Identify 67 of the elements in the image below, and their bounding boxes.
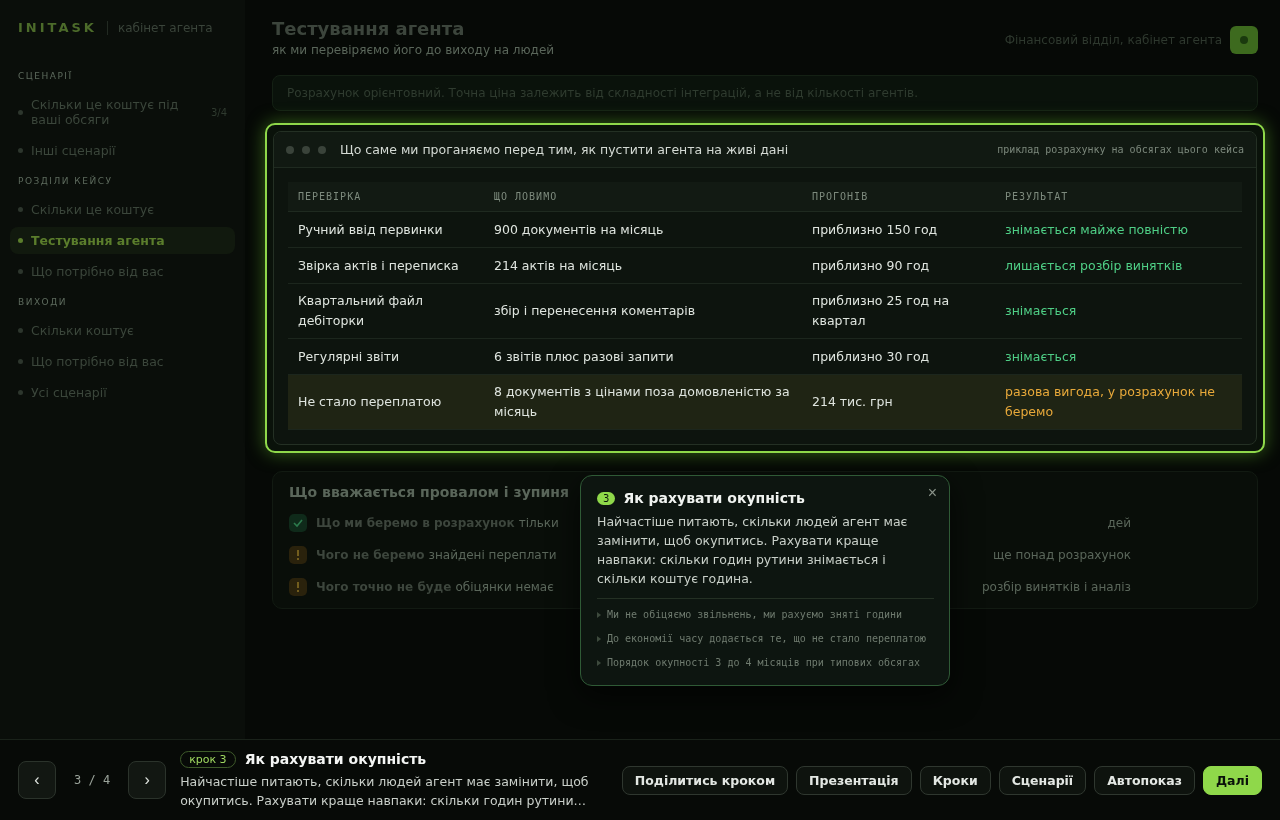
table-cell: 900 документів на місяць [484, 212, 802, 248]
step-number: 3 [597, 491, 616, 505]
row-label: Що ми беремо в розрахунок [316, 516, 515, 530]
table-cell: 214 актів на місяць [484, 248, 802, 284]
table-cell: разова вигода, у розрахунок не беремо [995, 375, 1242, 430]
step-counter: 3 / 4 [74, 773, 111, 787]
check-icon [293, 518, 303, 528]
table-cell: Ручний ввід первинки [288, 212, 484, 248]
section-title: СЦЕНАРІЇ [17, 71, 74, 81]
table-cell: приблизно 90 год [802, 248, 995, 284]
chevron-icon [597, 660, 601, 666]
column-header: ПРОГОНІВ [802, 182, 995, 212]
column-header: ЩО ЛОВИМО [484, 182, 802, 212]
section-title: ВИХОДИ [17, 297, 68, 307]
row-text: тільки [518, 516, 559, 530]
step-text: Найчастіше питають, скільки людей агент має замінити, щоб окупитись. Рахувати краще навпаки: скільки годин рутини… [180, 772, 590, 810]
tooltip-point: Порядок окупності 3 до 4 місяців при типових обсягах [607, 656, 921, 670]
window-dot [302, 145, 310, 154]
table-cell: знімається майже повністю [995, 212, 1242, 248]
row-text: обіцянки немає [455, 580, 554, 594]
tooltip-title: Як рахувати окупність [623, 490, 805, 506]
toolbar-button[interactable]: Автопоказ [1094, 765, 1195, 795]
page-subtitle: як ми перевіряємо його до виходу на людей [272, 43, 555, 57]
next-button[interactable]: › [128, 761, 167, 799]
toolbar-button[interactable]: Презентація [796, 765, 912, 795]
table-cell: Квартальний файл дебіторки [288, 284, 484, 339]
row-text: ще понад розрахунок [993, 548, 1131, 562]
table-cell: Не стало переплатою [288, 375, 484, 430]
column-header: ПЕРЕВІРКА [288, 182, 484, 212]
row-text: розбір винятків і аналіз [982, 580, 1131, 594]
window-dot [286, 145, 294, 154]
toolbar-button[interactable]: Сценарії [998, 765, 1087, 795]
card-title: Що саме ми проганяємо перед тим, як пустити агента на живі дані [340, 142, 789, 157]
avatar[interactable] [1230, 26, 1258, 54]
row-label: Чого не беремо [316, 548, 425, 562]
logo: INITASK [18, 20, 97, 35]
row-text: знайдені переплати [428, 548, 557, 562]
row-label: Чого точно не буде [316, 580, 452, 594]
table-cell: приблизно 150 год [802, 212, 995, 248]
section-title: РОЗДІЛИ КЕЙСУ [17, 176, 114, 186]
toolbar-button[interactable]: Кроки [919, 765, 991, 795]
table-cell: знімається [995, 284, 1242, 339]
toolbar-button[interactable]: Поділитись кроком [621, 765, 789, 795]
column-header: РЕЗУЛЬТАТ [995, 182, 1242, 212]
exclamation-icon [296, 550, 300, 560]
chevron-icon [597, 636, 601, 642]
row-text: дей [1107, 516, 1131, 530]
toolbar-button[interactable]: Далі [1203, 765, 1262, 795]
exclamation-icon [296, 582, 300, 592]
tooltip-text: Найчастіше питають, скільки людей агент має замінити, щоб окупитись. Рахувати краще навпаки: скільки годин рутини знімається і скільки коштує година. [597, 512, 934, 599]
step-title: Як рахувати окупність [244, 751, 427, 767]
prev-button[interactable]: ‹ [18, 761, 56, 799]
table-cell: приблизно 25 год на квартал [802, 284, 995, 339]
table-cell: лишається розбір винятків [995, 248, 1242, 284]
table-cell: збір і перенесення коментарів [484, 284, 802, 339]
panel-title: Що вважається провалом і зупиня [289, 484, 569, 500]
sidebar-item[interactable]: Тестування агента [10, 227, 235, 254]
tooltip-point: До економії часу додається те, що не стало переплатою [607, 632, 927, 646]
tooltip-point: Ми не обіцяємо звільнень, ми рахуємо зняті години [607, 608, 902, 622]
table-cell: 214 тис. грн [802, 375, 995, 430]
table-cell: Звірка актів і переписка [288, 248, 484, 284]
close-button[interactable]: × [923, 482, 941, 504]
page-title: Тестування агента [272, 18, 466, 39]
table-cell: 8 документів з цінами поза домовленістю за місяць [484, 375, 802, 430]
chevron-icon [597, 612, 601, 618]
card-note: приклад розрахунку на обсягах цього кейса [997, 144, 1244, 155]
window-dot [318, 145, 326, 154]
